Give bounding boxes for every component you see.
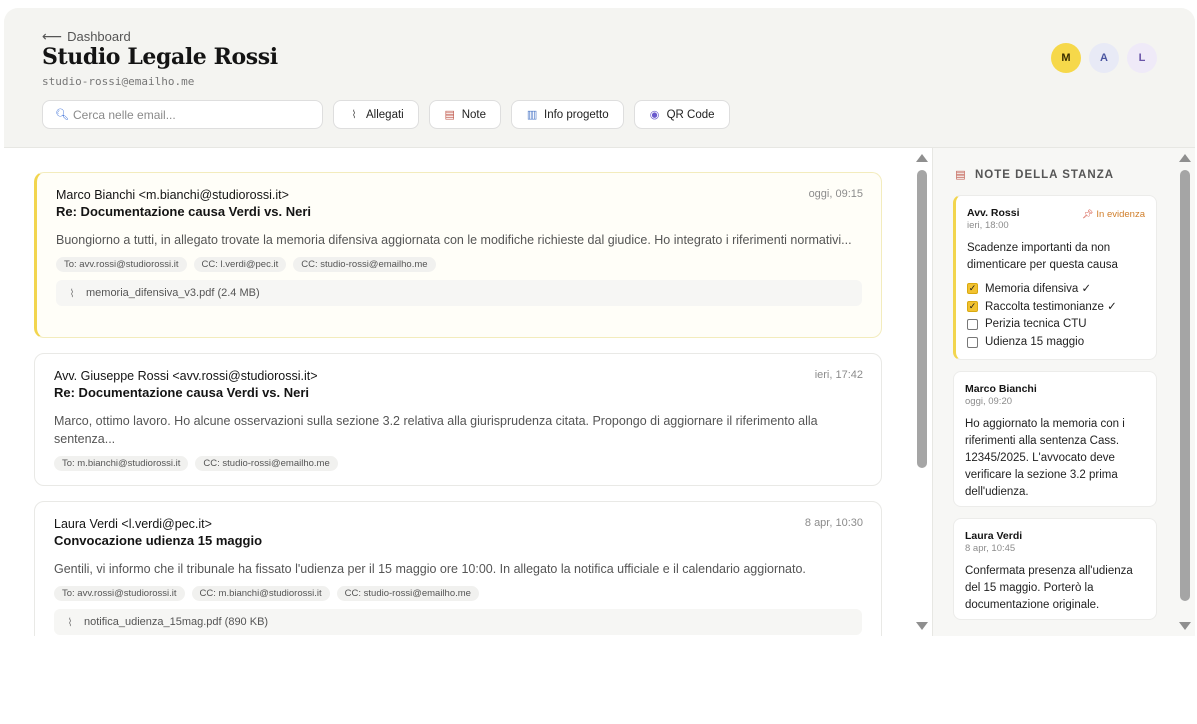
recipient-chip: CC: studio-rossi@emailho.me [195, 456, 338, 471]
email-subject: Convocazione udienza 15 maggio [54, 533, 263, 548]
scroll-up-arrow-icon[interactable] [1179, 154, 1191, 162]
note-author: Marco Bianchi [965, 383, 1037, 395]
toolbar: 🔍︎ Cerca nelle email... ⌇ Allegati ▤ Not… [42, 100, 730, 129]
recipient-chips: To: avv.rossi@studiorossi.it CC: m.bianc… [54, 586, 862, 601]
attachment-name: memoria_difensiva_v3.pdf (2.4 MB) [86, 287, 260, 299]
notes-panel-title-text: NOTE DELLA STANZA [975, 168, 1115, 181]
checklist-item[interactable]: ✓ Memoria difensiva ✓ [967, 279, 1145, 297]
room-note[interactable]: Marco Bianchi oggi, 09:20 Ho aggiornato … [953, 371, 1157, 507]
project-info-button[interactable]: ▥ Info progetto [511, 100, 624, 129]
notes-button[interactable]: ▤ Note [428, 100, 502, 129]
checklist-item-label: Perizia tecnica CTU [985, 318, 1087, 330]
scrollbar-thumb[interactable] [917, 170, 927, 468]
email-list: Marco Bianchi <m.bianchi@studiorossi.it>… [4, 148, 914, 636]
checklist-item[interactable]: Udienza 15 maggio [967, 333, 1145, 351]
email-sender: Laura Verdi <l.verdi@pec.it> [54, 517, 212, 531]
participants: M A L [1051, 43, 1157, 73]
recipient-chip: CC: studio-rossi@emailho.me [293, 257, 436, 272]
pinned-badge-label: In evidenza [1096, 209, 1145, 220]
search-input[interactable]: 🔍︎ Cerca nelle email... [42, 100, 323, 129]
checklist-item-label: Udienza 15 maggio [985, 336, 1085, 348]
email-card[interactable]: Laura Verdi <l.verdi@pec.it> Convocazion… [34, 501, 882, 636]
recipient-chip: CC: m.bianchi@studiorossi.it [191, 586, 330, 601]
recipient-chip: To: avv.rossi@studiorossi.it [56, 257, 187, 272]
email-sender: Marco Bianchi <m.bianchi@studiorossi.it> [56, 188, 289, 202]
qr-code-button[interactable]: ◉ QR Code [633, 100, 730, 129]
pinned-badge: 📌︎ In evidenza [1082, 209, 1145, 220]
qr-code-label: QR Code [666, 108, 715, 121]
checklist-item-label: Raccolta testimonianze ✓ [985, 301, 1117, 313]
scroll-down-arrow-icon[interactable] [916, 622, 928, 630]
note-time: 8 apr, 10:45 [965, 543, 1016, 554]
checklist-item[interactable]: ✓ Raccolta testimonianze ✓ [967, 297, 1145, 315]
room-email: studio-rossi@emailho.me [42, 75, 195, 88]
checkbox-unchecked-icon[interactable] [967, 318, 978, 330]
checklist-item-label: Memoria difensiva ✓ [985, 283, 1092, 295]
attachment[interactable]: ⌇ memoria_difensiva_v3.pdf (2.4 MB) [56, 280, 862, 306]
email-preview: Buongiorno a tutti, in allegato trovate … [56, 233, 852, 247]
pinned-note[interactable]: Avv. Rossi ieri, 18:00 📌︎ In evidenza Sc… [953, 195, 1157, 360]
notes-label: Note [461, 108, 487, 121]
clipboard-icon: ▤ [955, 169, 967, 181]
checkbox-checked-icon[interactable]: ✓ [967, 282, 978, 294]
notes-panel-title: ▤ NOTE DELLA STANZA [955, 168, 1115, 182]
scroll-down-arrow-icon[interactable] [1179, 622, 1191, 630]
clipboard-icon: ▤ [444, 109, 455, 121]
note-text: Confermata presenza all'udienza del 15 m… [965, 565, 1133, 611]
qr-icon: ◉ [649, 109, 660, 121]
email-list-scrollbar[interactable] [915, 154, 929, 630]
email-preview: Gentili, vi informo che il tribunale ha … [54, 562, 806, 576]
email-time: oggi, 09:15 [808, 188, 863, 200]
app-window: ⟵ Dashboard Studio Legale Rossi studio-r… [4, 8, 1195, 720]
recipient-chips: To: avv.rossi@studiorossi.it CC: l.verdi… [56, 257, 862, 272]
note-text: Scadenze importanti da non dimenticare p… [967, 242, 1118, 271]
note-author: Laura Verdi [965, 530, 1023, 542]
paperclip-icon: ⌇ [67, 616, 73, 629]
email-time: 8 apr, 10:30 [804, 517, 863, 529]
avatar[interactable]: M [1051, 43, 1081, 73]
attachments-label: Allegati [366, 108, 404, 121]
avatar[interactable]: L [1127, 43, 1157, 73]
note-time: oggi, 09:20 [965, 396, 1013, 407]
back-label: Dashboard [67, 29, 131, 44]
email-card[interactable]: Marco Bianchi <m.bianchi@studiorossi.it>… [34, 172, 882, 338]
checkbox-checked-icon[interactable]: ✓ [967, 300, 978, 312]
attachment[interactable]: ⌇ notifica_udienza_15mag.pdf (890 KB) [54, 609, 862, 635]
scrollbar-thumb[interactable] [1180, 170, 1190, 601]
checkbox-unchecked-icon[interactable] [967, 336, 978, 348]
recipient-chip: To: avv.rossi@studiorossi.it [54, 586, 185, 601]
attachments-button[interactable]: ⌇ Allegati [333, 100, 419, 129]
avatar[interactable]: A [1089, 43, 1119, 73]
checklist-item[interactable]: Perizia tecnica CTU [967, 315, 1145, 333]
scroll-up-arrow-icon[interactable] [916, 154, 928, 162]
checklist: ✓ Memoria difensiva ✓ ✓ Raccolta testimo… [967, 279, 1145, 351]
search-placeholder: Cerca nelle email... [73, 107, 176, 122]
notes-panel: ▤ NOTE DELLA STANZA Avv. Rossi ieri, 18:… [932, 148, 1195, 636]
attachment-name: notifica_udienza_15mag.pdf (890 KB) [84, 616, 269, 628]
recipient-chip: CC: l.verdi@pec.it [193, 257, 287, 272]
email-time: ieri, 17:42 [814, 369, 863, 381]
project-info-label: Info progetto [544, 108, 609, 121]
room-note[interactable]: Laura Verdi 8 apr, 10:45 Confermata pres… [953, 518, 1157, 620]
chart-icon: ▥ [526, 109, 538, 121]
email-card[interactable]: Avv. Giuseppe Rossi <avv.rossi@studioros… [34, 353, 882, 486]
paperclip-icon: ⌇ [351, 109, 357, 121]
back-to-dashboard-link[interactable]: ⟵ Dashboard [42, 28, 131, 45]
note-text: Ho aggiornato la memoria con i riferimen… [965, 418, 1125, 498]
email-subject: Re: Documentazione causa Verdi vs. Neri [56, 204, 312, 219]
page-title: Studio Legale Rossi [42, 44, 278, 70]
email-sender: Avv. Giuseppe Rossi <avv.rossi@studioros… [54, 369, 318, 383]
notes-panel-scrollbar[interactable] [1178, 154, 1192, 630]
email-subject: Re: Documentazione causa Verdi vs. Neri [54, 385, 310, 400]
paperclip-icon: ⌇ [69, 287, 75, 300]
note-time: ieri, 18:00 [967, 220, 1009, 231]
search-icon: 🔍︎ [55, 109, 69, 121]
email-preview: Marco, ottimo lavoro. Ho alcune osservaz… [54, 414, 818, 446]
recipient-chip: To: m.bianchi@studiorossi.it [54, 456, 189, 471]
arrow-left-icon: ⟵ [42, 28, 63, 44]
pin-icon: 📌︎ [1081, 209, 1094, 219]
header: ⟵ Dashboard Studio Legale Rossi studio-r… [4, 8, 1195, 148]
recipient-chip: CC: studio-rossi@emailho.me [336, 586, 479, 601]
recipient-chips: To: m.bianchi@studiorossi.it CC: studio-… [54, 456, 862, 471]
